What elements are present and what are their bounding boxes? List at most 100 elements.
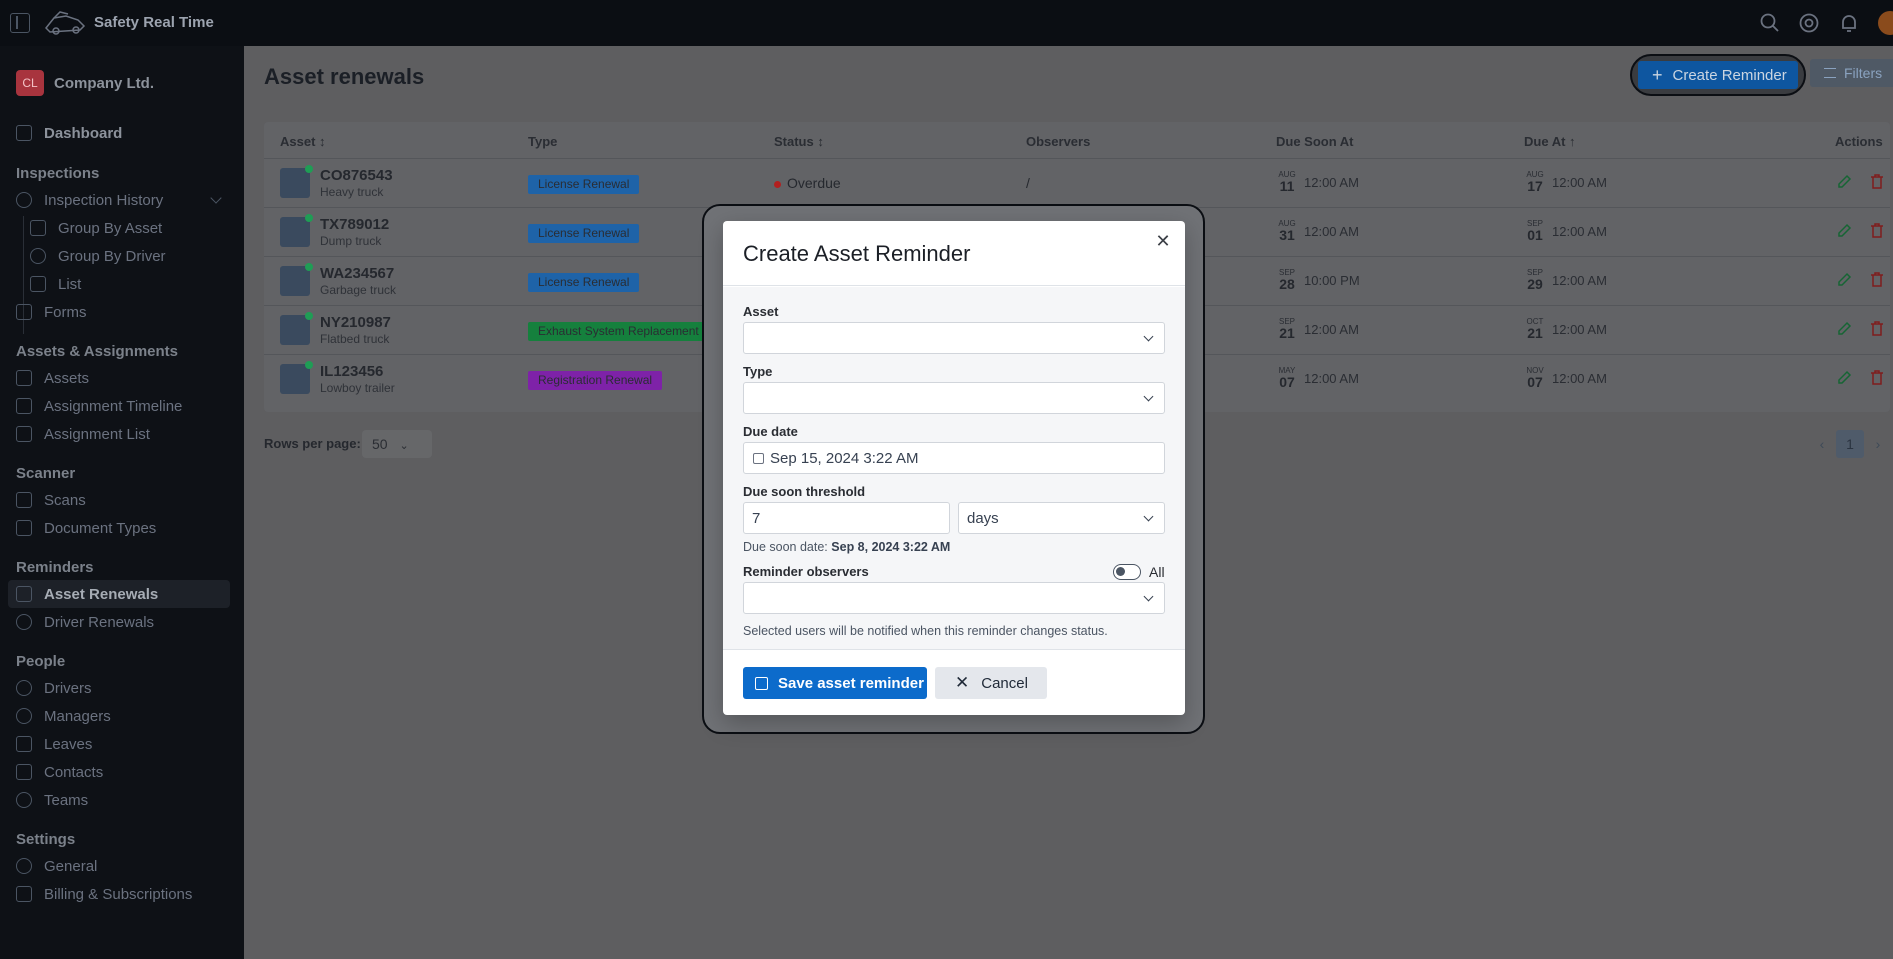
col-asset[interactable]: Asset ↕ [280,134,326,149]
sidebar-item-teams[interactable]: Teams [16,789,88,811]
edit-icon[interactable] [1836,321,1852,337]
user-avatar[interactable] [1878,11,1893,35]
asset-id[interactable]: IL123456 [320,363,383,380]
sidebar-item-forms[interactable]: Forms [16,301,87,323]
close-icon[interactable]: ✕ [1151,229,1175,253]
prev-page-button[interactable]: ‹ [1808,430,1836,458]
page-button-current[interactable]: 1 [1836,430,1864,458]
sidebar-item-document-types[interactable]: Document Types [16,517,156,539]
type-tag: License Renewal [528,224,640,243]
sort-icon: ↕ [817,134,824,149]
edit-icon[interactable] [1836,370,1852,386]
sidebar-toggle-icon[interactable] [10,13,30,33]
list-icon [16,426,32,442]
company-switcher[interactable]: CL Company Ltd. [16,70,154,96]
sidebar-item-list[interactable]: List [30,273,81,295]
asset-id[interactable]: WA234567 [320,265,394,282]
app-brand: Safety Real Time [94,14,214,31]
sidebar-item-assets[interactable]: Assets [16,367,89,389]
chevron-down-icon [1143,591,1154,602]
due-date-label: Due date [743,424,798,439]
trash-icon[interactable] [1870,369,1884,386]
form-icon [16,304,32,320]
palm-tree-icon [16,736,32,752]
due-date-input[interactable]: Sep 15, 2024 3:22 AM [743,442,1165,474]
sidebar-item-assignment-timeline[interactable]: Assignment Timeline [16,395,182,417]
filters-button[interactable]: Filters [1810,59,1893,87]
asset-kind: Flatbed truck [320,332,390,346]
edit-icon[interactable] [1836,223,1852,239]
trash-icon[interactable] [1870,320,1884,337]
create-reminder-button[interactable]: + Create Reminder [1638,61,1798,89]
bell-icon[interactable] [1838,12,1860,34]
asset-kind: Lowboy trailer [320,381,395,395]
threshold-unit-select[interactable]: days [958,502,1165,534]
sidebar-item-managers[interactable]: Managers [16,705,111,727]
sidebar-item-drivers[interactable]: Drivers [16,677,92,699]
asset-thumbnail [280,312,313,345]
all-observers-toggle[interactable] [1113,564,1141,580]
sidebar-item-group-by-driver[interactable]: Group By Driver [30,245,166,267]
sidebar-item-dashboard[interactable]: Dashboard [16,122,122,144]
due-at-cell: SEP 29 12:00 AM [1526,268,1607,292]
due-at-cell: NOV 07 12:00 AM [1526,366,1607,390]
col-actions: Actions [1835,134,1883,149]
observers-select[interactable] [743,582,1165,614]
search-icon[interactable] [1759,12,1781,34]
sidebar-item-asset-renewals[interactable]: Asset Renewals [8,580,230,608]
trash-icon[interactable] [1870,173,1884,190]
due-at-cell: SEP 01 12:00 AM [1526,219,1607,243]
sidebar-item-contacts[interactable]: Contacts [16,761,103,783]
status-badge: Overdue [774,175,841,191]
asset-kind: Garbage truck [320,283,397,297]
sidebar-item-general[interactable]: General [16,855,97,877]
list-icon [30,276,46,292]
type-tag: Exhaust System Replacement [528,322,709,341]
asset-id[interactable]: TX789012 [320,216,389,233]
calendar-icon [753,453,764,464]
sort-asc-icon: ↑ [1569,134,1576,149]
due-soon-cell: SEP 21 12:00 AM [1278,317,1359,341]
col-status[interactable]: Status ↕ [774,134,824,149]
trash-icon[interactable] [1870,271,1884,288]
chevron-down-icon[interactable] [210,192,222,204]
asset-id[interactable]: CO876543 [320,167,393,184]
save-asset-reminder-button[interactable]: Save asset reminder [743,667,927,699]
threshold-input[interactable]: 7 [743,502,950,534]
trash-icon[interactable] [1870,222,1884,239]
next-page-button[interactable]: › [1864,430,1892,458]
due-soon-cell: AUG 31 12:00 AM [1278,219,1359,243]
sidebar-item-assignment-list[interactable]: Assignment List [16,423,150,445]
asset-id[interactable]: NY210987 [320,314,391,331]
sidebar-item-scans[interactable]: Scans [16,489,86,511]
person-icon [16,614,32,630]
type-select[interactable] [743,382,1165,414]
edit-icon[interactable] [1836,174,1852,190]
sidebar-item-leaves[interactable]: Leaves [16,733,92,755]
due-soon-cell: MAY 07 12:00 AM [1278,366,1359,390]
person-icon [16,708,32,724]
modal-title: Create Asset Reminder [743,241,971,266]
credit-card-icon [16,886,32,902]
col-observers: Observers [1026,134,1091,149]
sidebar-item-billing[interactable]: Billing & Subscriptions [16,883,192,905]
sidebar: CL Company Ltd. Dashboard Inspections In… [0,46,244,959]
rows-per-page-select[interactable]: 50 ⌄ [362,430,432,458]
team-icon [16,792,32,808]
person-icon [16,680,32,696]
sidebar-item-inspection-history[interactable]: Inspection History [16,189,163,211]
col-due-soon: Due Soon At [1276,134,1354,149]
status-dot [774,180,781,188]
close-icon: ✕ [955,673,970,692]
cancel-button[interactable]: ✕ Cancel [935,667,1047,699]
sidebar-item-driver-renewals[interactable]: Driver Renewals [16,611,154,633]
sort-icon: ↕ [319,134,326,149]
table-row[interactable]: CO876543 Heavy truck License Renewal Overdu… [264,158,1890,207]
plus-icon: + [1652,64,1663,85]
sidebar-item-group-by-asset[interactable]: Group By Asset [30,217,162,239]
timeline-icon [16,398,32,414]
col-due-at[interactable]: Due At ↑ [1524,134,1576,149]
asset-select[interactable] [743,322,1165,354]
help-icon[interactable] [1798,12,1820,34]
edit-icon[interactable] [1836,272,1852,288]
